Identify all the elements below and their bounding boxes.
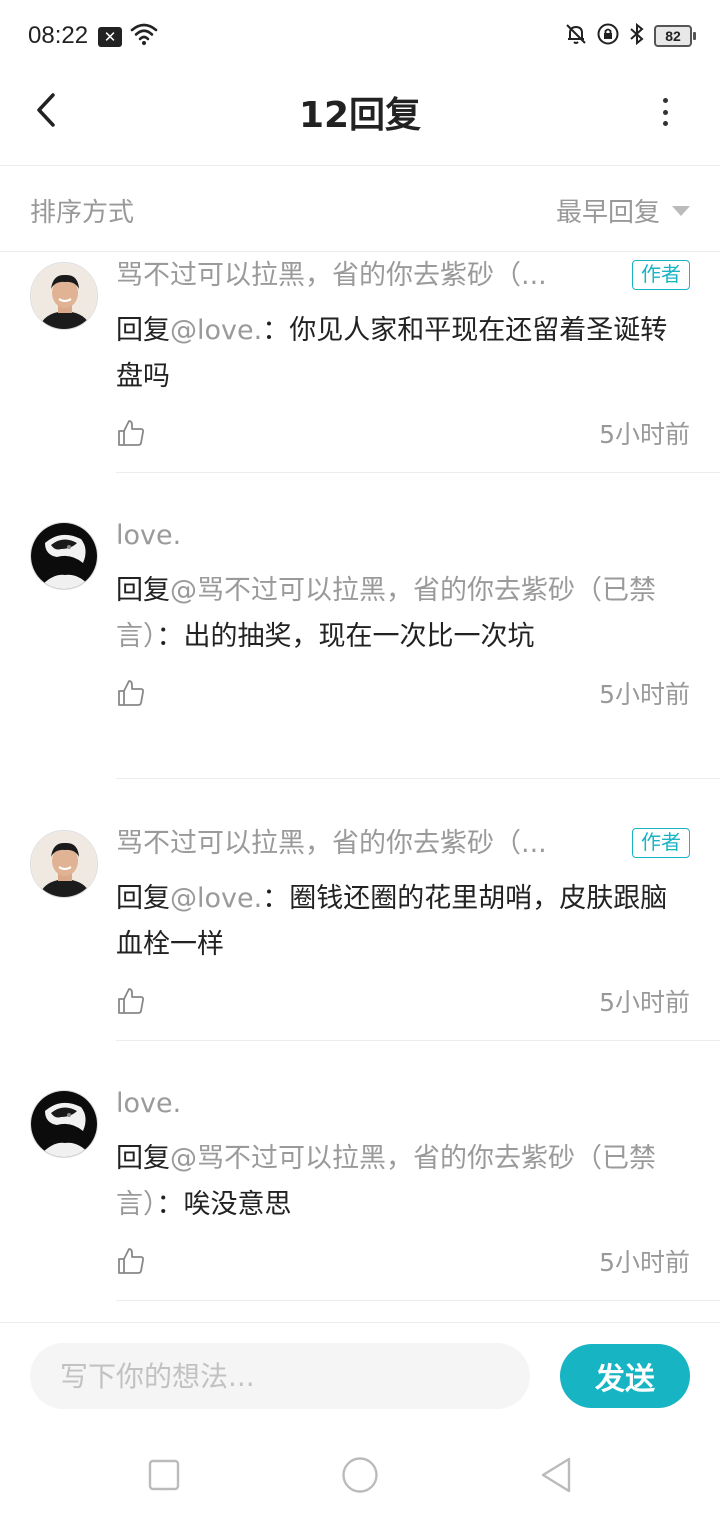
reply-time: 5小时前 (599, 420, 690, 449)
bluetooth-icon (628, 22, 646, 50)
thumbs-up-icon (118, 420, 144, 446)
status-time: 08:22 (28, 22, 89, 49)
like-button[interactable] (116, 678, 150, 712)
reply-body: 骂不过可以拉黑，省的你去紫砂（... 作者 回复@love.：圈钱还圈的花里胡哨… (116, 824, 690, 1026)
reply-item: 骂不过可以拉黑，省的你去紫砂（... 作者 回复@love.：你见人家和平现在还… (0, 252, 720, 474)
sort-label: 排序方式 (30, 198, 135, 228)
reply-author-name[interactable]: love. (116, 516, 181, 556)
author-badge: 作者 (632, 828, 690, 858)
home-button[interactable] (335, 1450, 385, 1500)
more-options-button[interactable] (650, 94, 680, 130)
thumbs-up-icon (118, 680, 144, 706)
page-title: 12回复 (298, 95, 422, 136)
avatar[interactable] (30, 1090, 98, 1158)
more-dot (662, 109, 668, 115)
reply-prefix: 回复 (116, 1143, 170, 1174)
avatar[interactable] (30, 262, 98, 330)
reply-item: love. 回复@骂不过可以拉黑，省的你去紫砂（已禁言）：出的抽奖，现在一次比一… (0, 512, 720, 780)
author-badge: 作者 (632, 260, 690, 290)
reply-author-name[interactable]: 骂不过可以拉黑，省的你去紫砂（... (116, 824, 547, 864)
reply-author-name[interactable]: love. (116, 1084, 181, 1124)
sort-bar: 排序方式 最早回复 (0, 166, 720, 252)
status-bar: 08:22 ✕ 82 (0, 0, 720, 74)
reply-content[interactable]: 回复@love.：圈钱还圈的花里胡哨，皮肤跟脑血栓一样 (116, 876, 690, 968)
comment-bar: 发送 (0, 1322, 720, 1432)
reply-prefix: 回复 (116, 575, 170, 606)
reply-meta: 5小时前 (116, 1246, 690, 1286)
mention-link[interactable]: @love. (170, 883, 262, 914)
reply-meta: 5小时前 (116, 986, 690, 1026)
send-button[interactable]: 发送 (560, 1344, 690, 1408)
reply-body: love. 回复@骂不过可以拉黑，省的你去紫砂（已禁言）：出的抽奖，现在一次比一… (116, 516, 690, 718)
reply-header: love. (116, 516, 690, 556)
avatar[interactable] (30, 522, 98, 590)
reply-item: love. 回复@骂不过可以拉黑，省的你去紫砂（已禁言）：唉没意思 5小时前 (0, 1080, 720, 1302)
back-nav-button[interactable] (531, 1450, 581, 1500)
reply-list: 骂不过可以拉黑，省的你去紫砂（... 作者 回复@love.：你见人家和平现在还… (0, 252, 720, 1322)
page-header: 12回复 (0, 74, 720, 166)
thumbs-up-icon (118, 988, 144, 1014)
reply-content[interactable]: 回复@骂不过可以拉黑，省的你去紫砂（已禁言）：唉没意思 (116, 1136, 690, 1228)
system-nav-bar (0, 1432, 720, 1520)
reply-header: love. (116, 1084, 690, 1124)
comment-input[interactable] (30, 1343, 530, 1409)
reply-header: 骂不过可以拉黑，省的你去紫砂（... 作者 (116, 256, 690, 296)
divider (116, 1040, 720, 1041)
caret-down-icon (672, 205, 690, 216)
close-box-icon: ✕ (98, 27, 122, 47)
reply-meta: 5小时前 (116, 418, 690, 458)
reply-body: 骂不过可以拉黑，省的你去紫砂（... 作者 回复@love.：你见人家和平现在还… (116, 256, 690, 458)
reply-author-name[interactable]: 骂不过可以拉黑，省的你去紫砂（... (116, 256, 547, 296)
bell-off-icon (564, 22, 588, 50)
reply-meta: 5小时前 (116, 678, 690, 718)
reply-time: 5小时前 (599, 988, 690, 1017)
battery-icon: 82 (654, 25, 696, 47)
more-dot (662, 121, 668, 126)
rotation-lock-icon (596, 22, 620, 50)
sort-dropdown[interactable]: 最早回复 (556, 192, 690, 229)
reply-time: 5小时前 (599, 680, 690, 709)
divider (116, 1300, 720, 1301)
reply-body: love. 回复@骂不过可以拉黑，省的你去紫砂（已禁言）：唉没意思 5小时前 (116, 1084, 690, 1286)
reply-text: ：出的抽奖，现在一次比一次坑 (156, 621, 535, 652)
mention-link[interactable]: @love. (170, 315, 262, 346)
wifi-icon (130, 22, 158, 50)
status-icons: 82 (564, 22, 696, 50)
recent-apps-button[interactable] (139, 1450, 189, 1500)
square-icon (148, 1459, 180, 1491)
thumbs-up-icon (118, 1248, 144, 1274)
reply-time: 5小时前 (599, 1248, 690, 1277)
reply-text: ：唉没意思 (156, 1189, 292, 1220)
reply-item: 骂不过可以拉黑，省的你去紫砂（... 作者 回复@love.：圈钱还圈的花里胡哨… (0, 820, 720, 1042)
more-vertical-icon (662, 98, 668, 103)
divider (116, 778, 720, 779)
triangle-back-icon (541, 1457, 571, 1493)
like-button[interactable] (116, 986, 150, 1020)
reply-content[interactable]: 回复@骂不过可以拉黑，省的你去紫砂（已禁言）：出的抽奖，现在一次比一次坑 (116, 568, 690, 660)
avatar[interactable] (30, 830, 98, 898)
reply-content[interactable]: 回复@love.：你见人家和平现在还留着圣诞转盘吗 (116, 308, 690, 400)
reply-prefix: 回复 (116, 883, 170, 914)
reply-prefix: 回复 (116, 315, 170, 346)
like-button[interactable] (116, 1246, 150, 1280)
reply-header: 骂不过可以拉黑，省的你去紫砂（... 作者 (116, 824, 690, 864)
divider (116, 472, 720, 473)
circle-icon (342, 1457, 378, 1493)
like-button[interactable] (116, 418, 150, 452)
sort-value-label: 最早回复 (555, 198, 660, 228)
